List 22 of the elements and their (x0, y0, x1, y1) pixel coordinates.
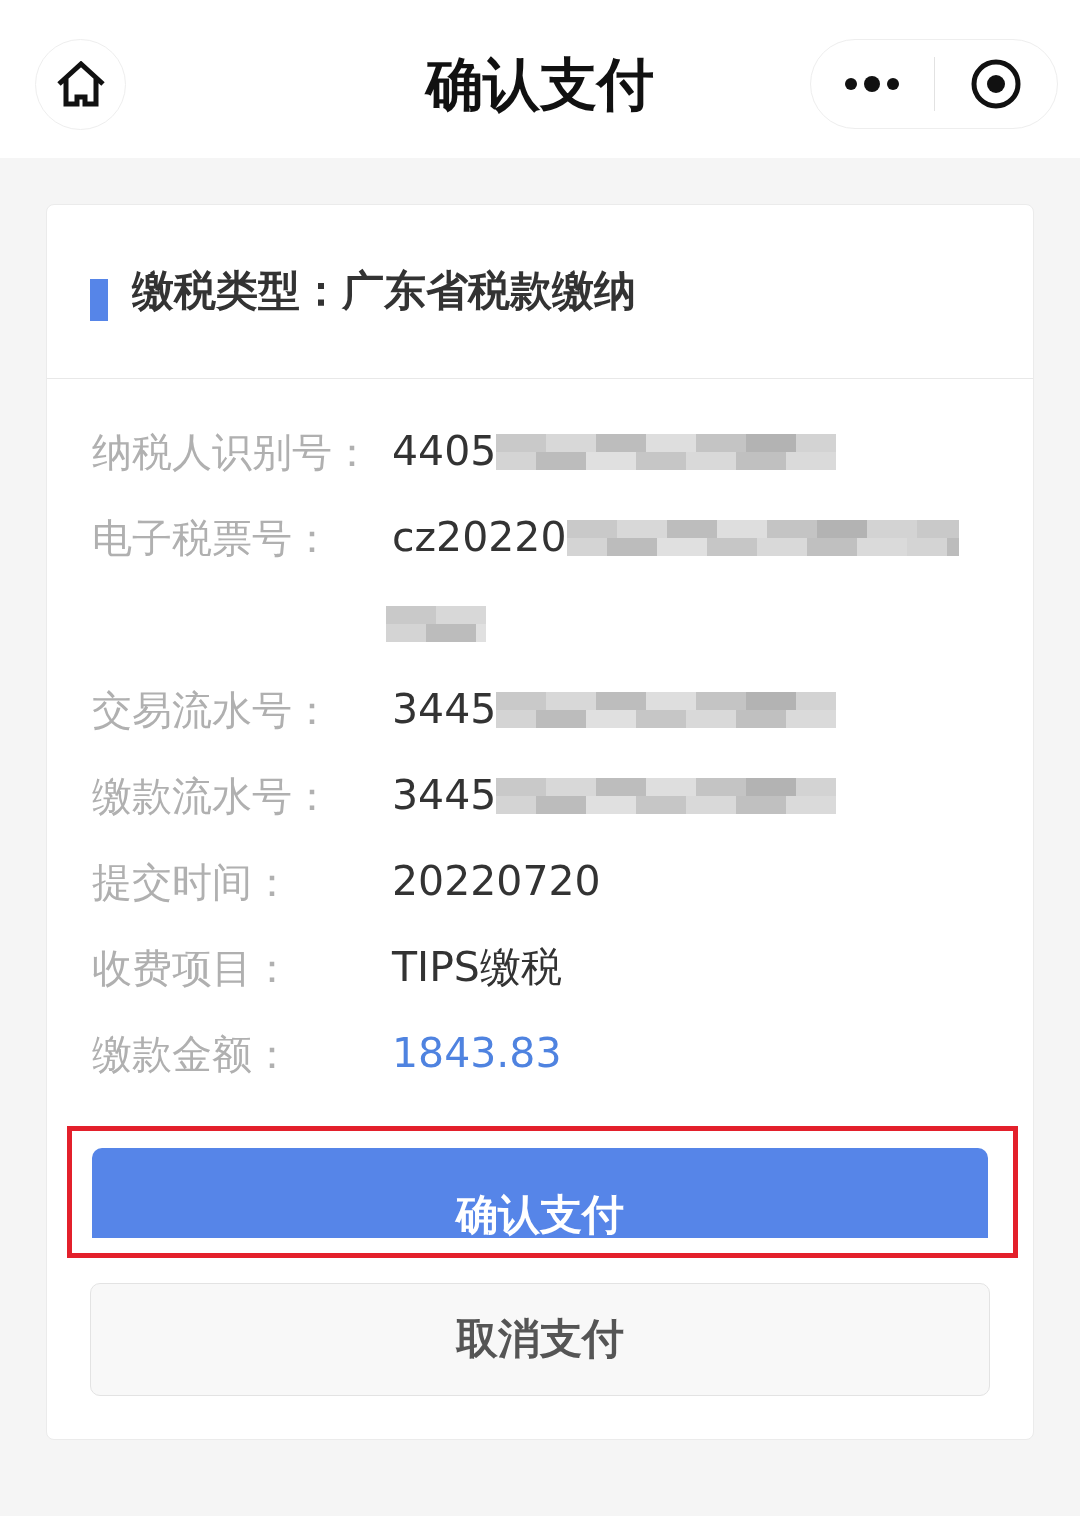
field-label: 电子税票号： (92, 514, 333, 563)
field-label: 交易流水号： (92, 686, 333, 735)
field-label: 收费项目： (92, 944, 293, 993)
target-icon[interactable] (970, 59, 1021, 109)
cancel-button[interactable]: 取消支付 (90, 1283, 990, 1396)
field-label: 提交时间： (92, 858, 293, 907)
confirm-button[interactable]: 确认支付 (92, 1148, 988, 1238)
amount-value: 1843.83 (392, 1029, 562, 1079)
field-value: 3445 (392, 685, 497, 735)
field-label: 缴款金额： (92, 1030, 293, 1079)
field-label: 缴款流水号： (92, 772, 333, 821)
field-value: TIPS缴税 (392, 943, 562, 993)
field-value: 20220720 (392, 857, 601, 907)
page-title: 确认支付 (426, 49, 654, 119)
home-icon (55, 61, 106, 107)
field-value: 4405 (392, 427, 497, 477)
more-icon[interactable] (844, 76, 901, 92)
field-value: 3445 (392, 771, 497, 821)
section-heading: 缴税类型：广东省税款缴纳 (132, 266, 636, 317)
field-value: cz20220 (392, 513, 567, 563)
section-marker-icon (90, 278, 108, 321)
field-label: 纳税人识别号： (92, 428, 373, 477)
